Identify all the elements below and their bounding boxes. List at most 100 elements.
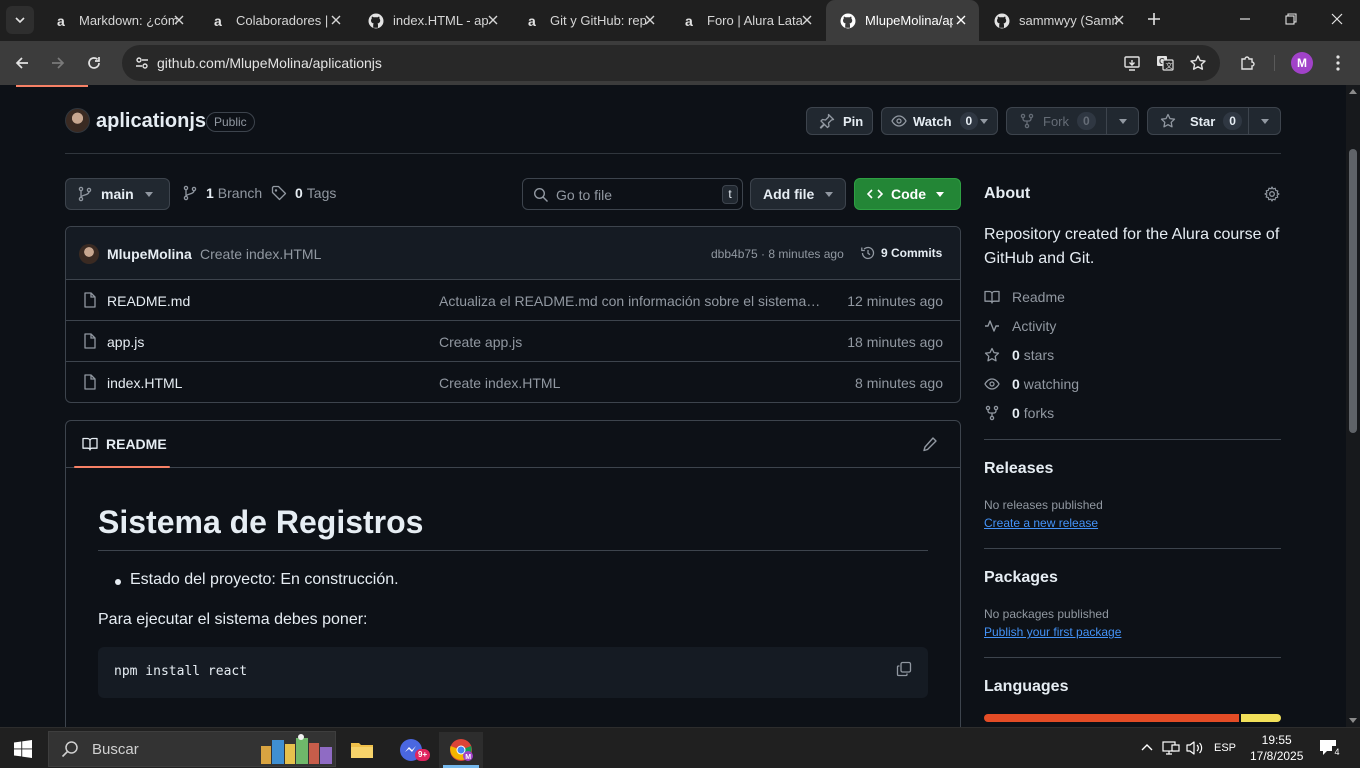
file-commit-message[interactable]: Create app.js xyxy=(439,334,824,350)
browser-tab-active[interactable]: MlupeMolina/ap xyxy=(826,0,979,41)
forks-link[interactable]: 0 forks xyxy=(984,405,1054,421)
chevron-down-icon xyxy=(145,192,153,197)
edit-readme-button[interactable] xyxy=(922,436,938,452)
gear-icon[interactable] xyxy=(1264,186,1280,202)
site-info-icon[interactable] xyxy=(132,53,152,73)
forward-button[interactable] xyxy=(44,49,72,77)
table-row[interactable]: README.md Actualiza el README.md con inf… xyxy=(66,280,960,321)
star-dropdown[interactable] xyxy=(1248,108,1280,134)
fork-dropdown[interactable] xyxy=(1106,108,1138,134)
network-icon[interactable] xyxy=(1162,740,1180,756)
taskbar-search[interactable]: Buscar xyxy=(48,731,336,767)
browser-tab[interactable]: a Foro | Alura Lata xyxy=(668,0,825,41)
releases-heading[interactable]: Releases xyxy=(984,460,1053,478)
system-clock[interactable]: 19:55 17/8/2025 xyxy=(1250,732,1303,764)
about-heading: About xyxy=(984,185,1031,202)
watching-link[interactable]: 0 watching xyxy=(984,376,1079,392)
file-commit-message[interactable]: Actualiza el README.md con información s… xyxy=(439,293,824,309)
star-button[interactable]: Star 0 xyxy=(1147,107,1281,135)
file-explorer-app[interactable] xyxy=(340,732,384,768)
file-icon xyxy=(83,333,97,349)
owner-avatar[interactable] xyxy=(65,108,90,133)
commit-hash-time[interactable]: dbb4b75 · 8 minutes ago xyxy=(711,247,844,261)
branches-link[interactable]: 1 Branch xyxy=(183,185,262,201)
browser-tab[interactable]: a Colaboradores | xyxy=(197,0,354,41)
back-button[interactable] xyxy=(8,49,36,77)
minimize-button[interactable] xyxy=(1222,0,1268,38)
close-icon[interactable] xyxy=(799,12,815,28)
commits-link[interactable]: 9 Commits xyxy=(860,245,942,261)
file-name[interactable]: app.js xyxy=(107,334,144,350)
tab-search-button[interactable] xyxy=(6,6,34,34)
kebab-menu-icon xyxy=(1336,55,1340,71)
close-icon[interactable] xyxy=(485,12,501,28)
page-scrollbar[interactable] xyxy=(1346,85,1360,727)
file-name[interactable]: README.md xyxy=(107,293,190,309)
table-row[interactable]: index.HTML Create index.HTML 8 minutes a… xyxy=(66,362,960,402)
publish-package-link[interactable]: Publish your first package xyxy=(984,625,1121,639)
go-to-file-input[interactable]: Go to file t xyxy=(522,178,743,210)
reload-button[interactable] xyxy=(80,49,108,77)
close-icon[interactable] xyxy=(1111,12,1127,28)
branch-selector[interactable]: main xyxy=(65,178,170,210)
browser-tab[interactable]: index.HTML - ap xyxy=(354,0,511,41)
close-icon[interactable] xyxy=(171,12,187,28)
language-bar-segment[interactable] xyxy=(984,714,1239,722)
tags-link[interactable]: 0 Tags xyxy=(271,185,336,201)
watch-count: 0 xyxy=(959,112,979,130)
input-language[interactable]: ESP xyxy=(1214,742,1236,754)
add-file-button[interactable]: Add file xyxy=(750,178,846,210)
scroll-down-arrow[interactable] xyxy=(1349,718,1357,723)
star-icon xyxy=(1160,113,1176,129)
commit-author[interactable]: MlupeMolina xyxy=(107,246,192,262)
repo-name[interactable]: aplicationjs xyxy=(96,110,206,133)
avatar[interactable] xyxy=(79,244,99,264)
readme-tab-underline xyxy=(74,466,170,468)
create-release-link[interactable]: Create a new release xyxy=(984,516,1098,530)
packages-heading[interactable]: Packages xyxy=(984,569,1058,587)
code-button[interactable]: Code xyxy=(854,178,961,210)
tray-overflow-icon[interactable] xyxy=(1140,740,1154,754)
svg-text:a: a xyxy=(57,13,65,29)
browser-tab[interactable]: a Markdown: ¿cómo xyxy=(40,0,197,41)
notification-center-icon[interactable]: 4 xyxy=(1318,738,1342,758)
close-icon[interactable] xyxy=(328,12,344,28)
close-icon[interactable] xyxy=(953,12,969,28)
address-bar[interactable]: github.com/MlupeMolina/aplicationjs G文 xyxy=(122,45,1220,81)
file-commit-date: 12 minutes ago xyxy=(847,293,943,309)
restore-button[interactable] xyxy=(1268,0,1314,38)
copy-icon[interactable] xyxy=(896,661,912,677)
bookmark-star-icon[interactable] xyxy=(1188,53,1208,73)
activity-link[interactable]: Activity xyxy=(984,318,1056,334)
browser-tab[interactable]: a Git y GitHub: rep xyxy=(511,0,668,41)
file-name[interactable]: index.HTML xyxy=(107,375,182,391)
reload-icon xyxy=(86,55,102,71)
language-bar-segment[interactable] xyxy=(1240,714,1281,722)
pin-button[interactable]: Pin xyxy=(806,107,873,135)
table-row[interactable]: app.js Create app.js 18 minutes ago xyxy=(66,321,960,362)
new-tab-button[interactable] xyxy=(1132,0,1176,38)
profile-avatar[interactable]: M xyxy=(1291,52,1313,74)
close-icon[interactable] xyxy=(642,12,658,28)
readme-link[interactable]: Readme xyxy=(984,289,1065,305)
scroll-up-arrow[interactable] xyxy=(1349,89,1357,94)
volume-icon[interactable] xyxy=(1186,740,1204,756)
scrollbar-thumb[interactable] xyxy=(1349,149,1357,433)
commit-message[interactable]: Create index.HTML xyxy=(200,246,321,262)
extensions-button[interactable] xyxy=(1234,49,1262,77)
watch-button[interactable]: Watch 0 xyxy=(881,107,998,135)
browser-menu-button[interactable] xyxy=(1324,49,1352,77)
translate-icon[interactable]: G文 xyxy=(1155,53,1175,73)
latest-commit-row: MlupeMolina Create index.HTML dbb4b75 · … xyxy=(66,227,960,280)
readme-tab[interactable]: README xyxy=(82,436,167,452)
fork-button[interactable]: Fork 0 xyxy=(1006,107,1139,135)
stars-link[interactable]: 0 stars xyxy=(984,347,1054,363)
pencil-icon xyxy=(922,436,938,452)
file-commit-message[interactable]: Create index.HTML xyxy=(439,375,824,391)
install-app-icon[interactable] xyxy=(1122,53,1142,73)
browser-tab[interactable]: sammwyy (Samm xyxy=(980,0,1137,41)
close-window-button[interactable] xyxy=(1314,0,1360,38)
chrome-app[interactable]: M xyxy=(439,732,483,768)
messenger-app[interactable]: 9+ xyxy=(390,732,434,768)
windows-start-icon[interactable] xyxy=(14,740,32,758)
